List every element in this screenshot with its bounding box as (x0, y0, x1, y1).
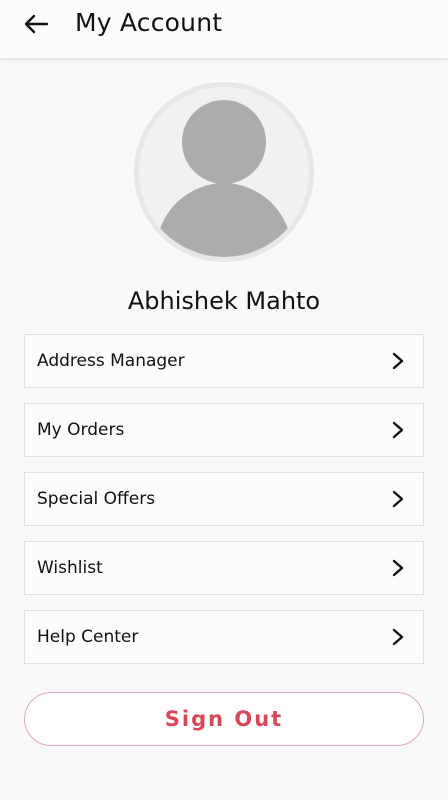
menu-item-my-orders[interactable]: My Orders (24, 403, 424, 457)
sign-out-button[interactable]: Sign Out (24, 692, 424, 746)
menu-item-label: Address Manager (37, 351, 185, 371)
page-title: My Account (75, 8, 223, 37)
menu-item-address-manager[interactable]: Address Manager (24, 334, 424, 388)
profile-name: Abhishek Mahto (127, 287, 321, 315)
avatar[interactable] (134, 82, 314, 262)
menu-item-special-offers[interactable]: Special Offers (24, 472, 424, 526)
chevron-right-icon (392, 559, 404, 577)
chevron-right-icon (392, 490, 404, 508)
default-user-avatar-icon (139, 87, 309, 257)
menu-item-label: Help Center (37, 627, 139, 647)
menu-item-label: Wishlist (37, 558, 103, 578)
app-header: My Account (0, 0, 448, 58)
menu-item-label: My Orders (37, 420, 125, 440)
chevron-right-icon (392, 628, 404, 646)
my-account-screen: My Account Abhishek Mahto Address Manage… (0, 0, 448, 800)
menu-item-help-center[interactable]: Help Center (24, 610, 424, 664)
menu-item-wishlist[interactable]: Wishlist (24, 541, 424, 595)
account-menu: Address Manager My Orders Special Offers… (24, 334, 424, 679)
arrow-left-icon (24, 14, 49, 34)
user-silhouette-icon (159, 100, 289, 257)
menu-item-label: Special Offers (37, 489, 156, 509)
back-button[interactable] (20, 10, 52, 38)
chevron-right-icon (392, 421, 404, 439)
chevron-right-icon (392, 352, 404, 370)
